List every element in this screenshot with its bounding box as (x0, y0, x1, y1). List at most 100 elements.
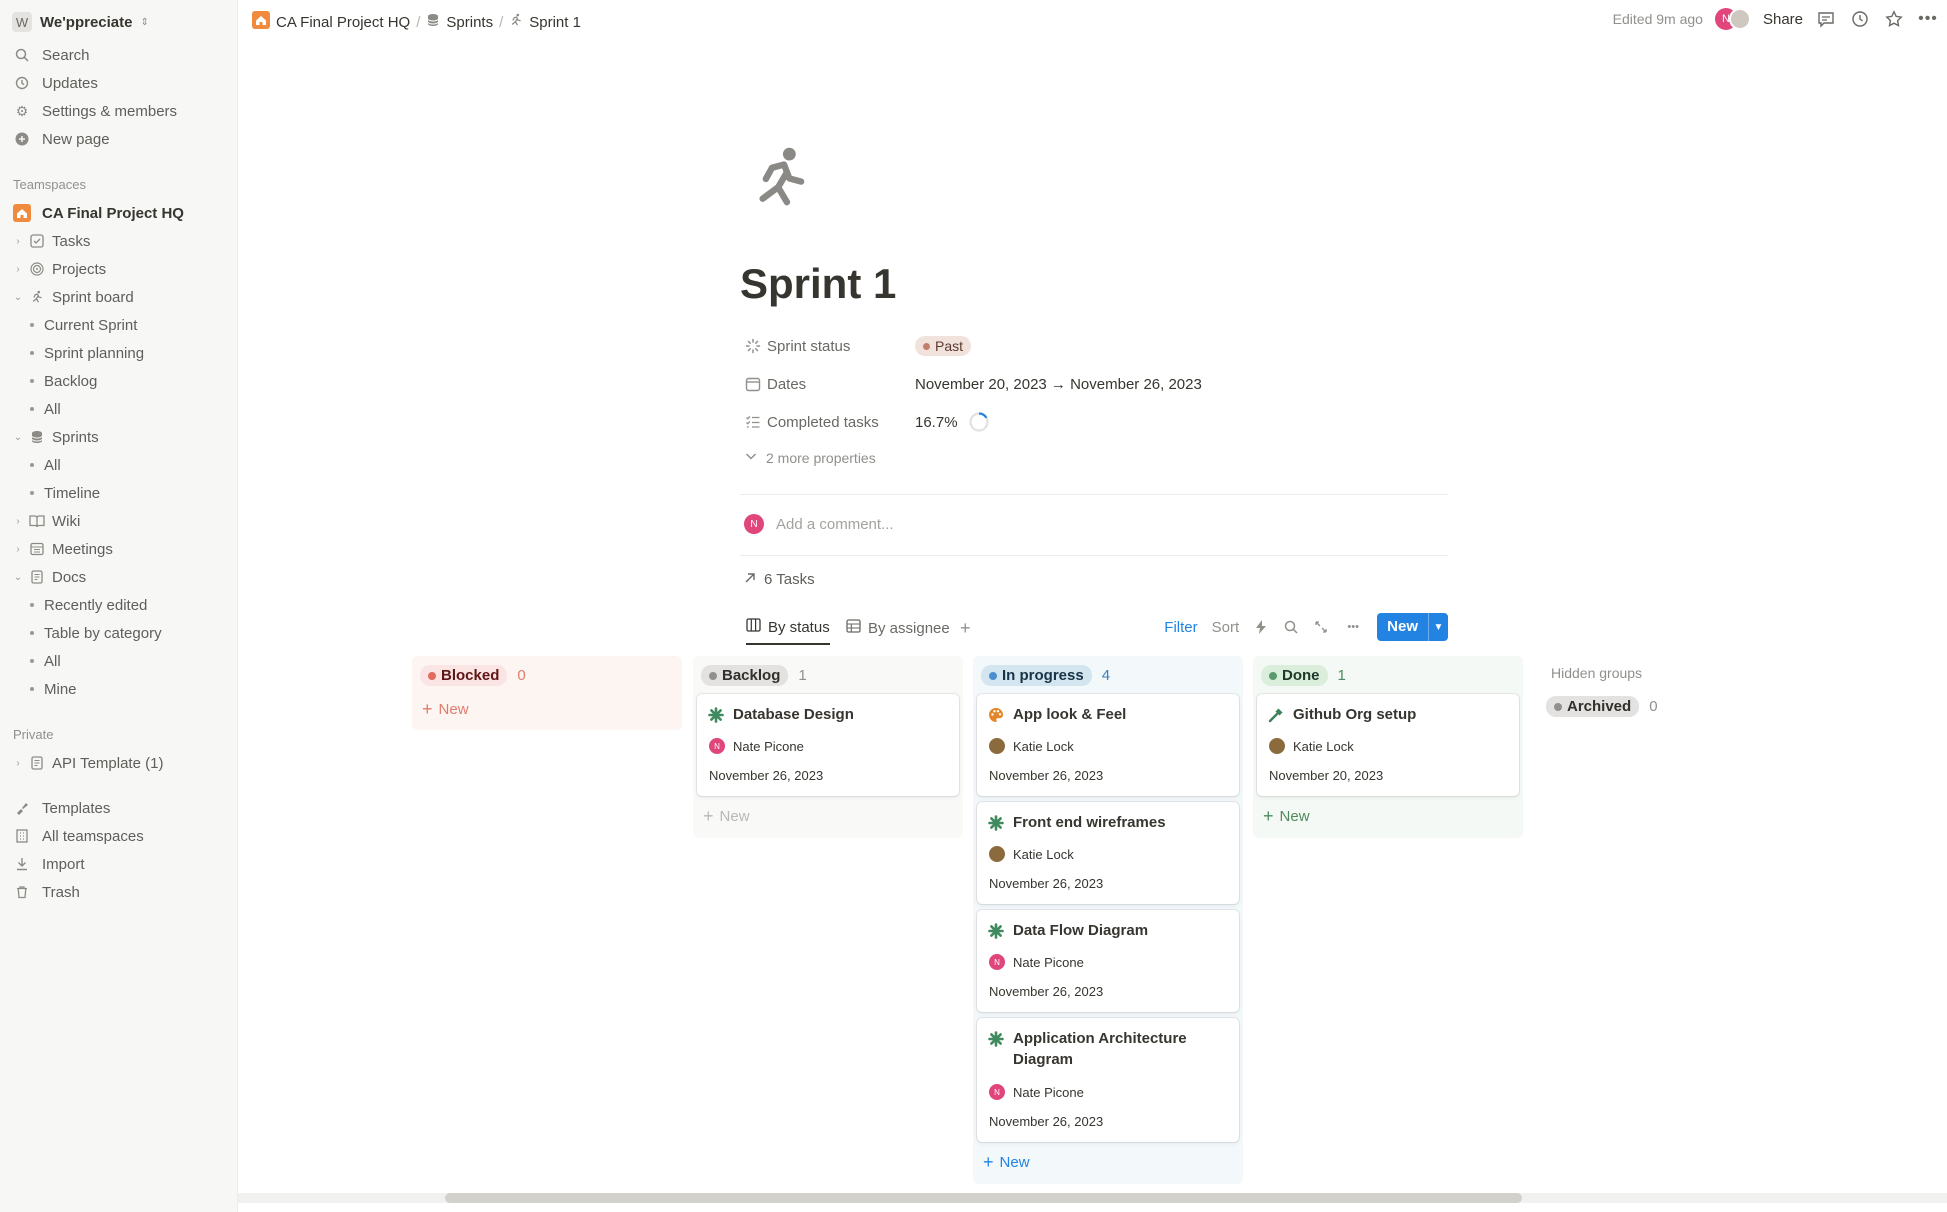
sidebar-item-templates[interactable]: Templates (0, 794, 238, 822)
progress-percent: 16.7% (915, 413, 958, 431)
plus-icon: + (983, 1152, 994, 1172)
more-properties-toggle[interactable]: 2 more properties (744, 449, 876, 466)
tab-by-status[interactable]: By status (746, 611, 830, 645)
card-assignee: N Nate Picone (989, 1084, 1084, 1100)
chevron-down-icon[interactable]: ⌄ (12, 292, 24, 303)
task-card[interactable]: Data Flow Diagram N Nate Picone November … (977, 910, 1239, 1012)
task-card[interactable]: Front end wireframes Katie Lock November… (977, 802, 1239, 904)
sidebar-item-trash[interactable]: Trash (0, 878, 238, 906)
hidden-group-archived[interactable]: Archived 0 (1546, 696, 1658, 717)
property-value[interactable]: Past (915, 336, 972, 356)
automation-icon[interactable] (1253, 620, 1269, 634)
workspace-switcher[interactable]: W We'ppreciate ⇕ (12, 10, 149, 34)
sidebar-item-import[interactable]: Import (0, 850, 238, 878)
sidebar-item-sprints-all[interactable]: All (0, 451, 238, 479)
sidebar-item-new-page[interactable]: New page (0, 125, 238, 153)
property-value[interactable]: November 20, 2023 → November 26, 2023 (915, 376, 1202, 393)
chevron-down-icon[interactable]: ▼ (1428, 613, 1448, 641)
bullet-icon (30, 659, 34, 663)
import-icon (13, 855, 31, 873)
column-new-button[interactable]: + New (983, 1152, 1030, 1173)
card-assignee: Katie Lock (1269, 738, 1354, 754)
add-view-icon[interactable]: + (960, 611, 971, 645)
new-button[interactable]: New ▼ (1377, 613, 1448, 641)
task-card[interactable]: Application Architecture Diagram N Nate P… (977, 1018, 1239, 1142)
property-dates[interactable]: Dates November 20, 2023 → November 26, 2… (744, 369, 1202, 399)
chevron-right-icon[interactable]: › (12, 516, 24, 527)
card-date: November 26, 2023 (709, 768, 824, 783)
linked-tasks-link[interactable]: 6 Tasks (744, 571, 815, 588)
column-header[interactable]: Blocked 0 (420, 665, 526, 686)
page-title[interactable]: Sprint 1 (740, 260, 896, 308)
column-header[interactable]: In progress 4 (981, 665, 1110, 686)
runner-icon[interactable] (748, 145, 812, 215)
sidebar-item-updates[interactable]: Updates (0, 69, 238, 97)
task-card[interactable]: Github Org setup Katie Lock November 20,… (1257, 694, 1519, 796)
filter-button[interactable]: Filter (1164, 619, 1197, 636)
history-icon[interactable] (1849, 8, 1871, 30)
sidebar-item-sprints[interactable]: ⌄ Sprints (0, 423, 238, 451)
sidebar-item-label: All (44, 400, 61, 418)
chevron-right-icon[interactable]: › (12, 544, 24, 555)
sort-button[interactable]: Sort (1212, 619, 1240, 636)
sidebar-item-sprint-board[interactable]: ⌄ Sprint board (0, 283, 238, 311)
chevron-down-icon[interactable]: ⌄ (12, 432, 24, 443)
scrollbar-thumb[interactable] (445, 1193, 1522, 1203)
tab-by-assignee[interactable]: By assignee (846, 611, 950, 645)
board-column-blocked: Blocked 0 + New (412, 656, 682, 730)
comment-input[interactable]: N Add a comment... (744, 514, 894, 534)
sidebar-item-current-sprint[interactable]: Current Sprint (0, 311, 238, 339)
column-new-label: New (1279, 808, 1310, 825)
expand-icon[interactable] (1313, 621, 1329, 633)
property-name: Sprint status (767, 337, 851, 355)
sidebar-item-sprint-planning[interactable]: Sprint planning (0, 339, 238, 367)
sidebar-item-wiki[interactable]: › Wiki (0, 507, 238, 535)
sidebar-item-api-template[interactable]: › API Template (1) (0, 749, 238, 777)
column-header[interactable]: Done 1 (1261, 665, 1346, 686)
sidebar-item-settings[interactable]: ⚙ Settings & members (0, 97, 238, 125)
task-card[interactable]: App look & Feel Katie Lock November 26, … (977, 694, 1239, 796)
sidebar-item-all[interactable]: All (0, 395, 238, 423)
sidebar-item-search[interactable]: Search (0, 41, 238, 69)
chevron-right-icon[interactable]: › (12, 264, 24, 275)
chevron-right-icon[interactable]: › (12, 236, 24, 247)
status-badge: Blocked (420, 665, 508, 686)
column-new-button[interactable]: + New (703, 806, 750, 827)
sidebar-item-docs-all[interactable]: All (0, 647, 238, 675)
column-new-button[interactable]: + New (422, 699, 469, 720)
property-completed-tasks[interactable]: Completed tasks 16.7% (744, 407, 989, 437)
property-sprint-status[interactable]: Sprint status Past (744, 331, 972, 361)
topbar-actions: Edited 9m ago N Share ••• (1613, 8, 1939, 30)
bullet-icon (30, 463, 34, 467)
sidebar-item-table-by-category[interactable]: Table by category (0, 619, 238, 647)
share-button[interactable]: Share (1763, 11, 1803, 28)
sidebar-item-tasks[interactable]: › Tasks (0, 227, 238, 255)
breadcrumb-item[interactable]: Sprint 1 (509, 13, 581, 31)
sidebar-item-backlog[interactable]: Backlog (0, 367, 238, 395)
horizontal-scrollbar[interactable] (238, 1193, 1947, 1203)
sidebar-item-docs[interactable]: ⌄ Docs (0, 563, 238, 591)
breadcrumb-item[interactable]: CA Final Project HQ (252, 11, 410, 33)
sidebar-item-mine[interactable]: Mine (0, 675, 238, 703)
sidebar-item-recently-edited[interactable]: Recently edited (0, 591, 238, 619)
column-header[interactable]: Backlog 1 (701, 665, 807, 686)
tab-label: By assignee (868, 619, 950, 637)
sidebar-item-meetings[interactable]: › Meetings (0, 535, 238, 563)
sidebar-item-projects[interactable]: › Projects (0, 255, 238, 283)
collaborator-avatars[interactable]: N (1714, 8, 1751, 30)
chevron-right-icon[interactable]: › (12, 758, 24, 769)
column-new-button[interactable]: + New (1263, 806, 1310, 827)
task-card[interactable]: Database Design N Nate Picone November 26… (697, 694, 959, 796)
chevron-down-icon[interactable]: ⌄ (12, 572, 24, 583)
checklist-icon (744, 414, 762, 430)
sidebar-item-all-teamspaces[interactable]: All teamspaces (0, 822, 238, 850)
breadcrumb-item[interactable]: Sprints (426, 13, 493, 31)
star-icon[interactable] (1883, 8, 1905, 30)
search-icon[interactable] (1283, 620, 1299, 634)
teamspace-item[interactable]: CA Final Project HQ (0, 199, 238, 227)
more-icon[interactable]: ••• (1343, 621, 1363, 633)
sidebar-item-timeline[interactable]: Timeline (0, 479, 238, 507)
comments-icon[interactable] (1815, 8, 1837, 30)
sidebar-item-label: Current Sprint (44, 316, 138, 334)
more-icon[interactable]: ••• (1917, 8, 1939, 30)
